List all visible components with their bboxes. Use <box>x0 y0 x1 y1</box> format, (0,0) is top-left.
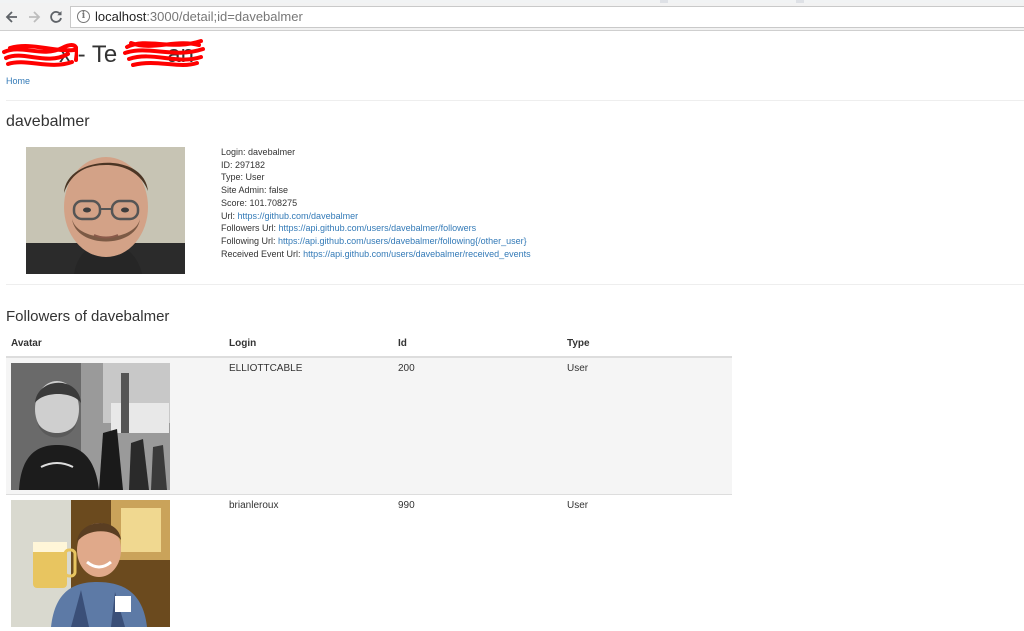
detail-row: Login: davebalmer <box>221 146 531 159</box>
detail-row: ID: 297182 <box>221 159 531 172</box>
reload-button[interactable] <box>46 7 66 27</box>
detail-value: davebalmer <box>248 147 295 157</box>
detail-label: Site Admin: <box>221 185 267 195</box>
avatar-photo-icon <box>11 363 170 490</box>
followers-title: Followers of davebalmer <box>6 308 169 325</box>
detail-row: Site Admin: false <box>221 184 531 197</box>
login-cell: brianleroux <box>224 495 393 631</box>
user-avatar <box>26 147 185 274</box>
detail-row: Score: 101.708275 <box>221 197 531 210</box>
page-content: x - Tean Home davebalmer Login: <box>0 31 1024 628</box>
detail-value: User <box>246 172 265 182</box>
detail-link[interactable]: https://api.github.com/users/davebalmer/… <box>303 249 531 259</box>
detail-label: Followers Url: <box>221 223 276 233</box>
url-host: localhost <box>95 9 146 24</box>
type-cell: User <box>562 495 732 631</box>
arrow-left-icon <box>2 7 22 27</box>
reload-icon <box>46 7 66 27</box>
detail-row: Received Event Url: https://api.github.c… <box>221 248 531 261</box>
detail-link[interactable]: https://github.com/davebalmer <box>238 211 359 221</box>
table-row[interactable]: ELLIOTTCABLE 200 User <box>6 357 732 495</box>
back-button[interactable] <box>2 7 22 27</box>
detail-label: Url: <box>221 211 235 221</box>
column-header-login: Login <box>224 331 393 357</box>
user-title: davebalmer <box>6 113 90 131</box>
detail-label: ID: <box>221 160 233 170</box>
address-url: localhost:3000/detail;id=davebalmer <box>95 7 303 27</box>
id-cell: 200 <box>393 357 562 495</box>
avatar-photo-icon <box>26 147 185 274</box>
address-bar[interactable]: i localhost:3000/detail;id=davebalmer <box>70 6 1024 28</box>
follower-avatar <box>11 363 170 490</box>
detail-row: Followers Url: https://api.github.com/us… <box>221 222 531 235</box>
table-row[interactable]: brianleroux 990 User <box>6 495 732 631</box>
detail-link[interactable]: https://api.github.com/users/davebalmer/… <box>279 223 477 233</box>
detail-value: 297182 <box>235 160 265 170</box>
column-header-type: Type <box>562 331 732 357</box>
detail-label: Type: <box>221 172 243 182</box>
arrow-right-icon <box>24 7 44 27</box>
detail-link[interactable]: https://api.github.com/users/davebalmer/… <box>278 236 527 246</box>
divider <box>6 100 1024 101</box>
home-link[interactable]: Home <box>6 76 30 86</box>
detail-label: Login: <box>221 147 246 157</box>
follower-avatar <box>11 500 170 627</box>
avatar-photo-icon <box>11 500 170 627</box>
avatar-cell <box>6 357 224 495</box>
browser-toolbar: i localhost:3000/detail;id=davebalmer <box>0 3 1024 31</box>
url-path: :3000/detail;id=davebalmer <box>146 9 302 24</box>
detail-row: Url: https://github.com/davebalmer <box>221 210 531 223</box>
column-header-id: Id <box>393 331 562 357</box>
detail-label: Score: <box>221 198 247 208</box>
detail-value: false <box>269 185 288 195</box>
detail-label: Following Url: <box>221 236 276 246</box>
detail-label: Received Event Url: <box>221 249 301 259</box>
detail-row: Type: User <box>221 171 531 184</box>
divider <box>6 284 1024 285</box>
table-header-row: Avatar Login Id Type <box>6 331 732 357</box>
info-icon[interactable]: i <box>77 10 90 23</box>
user-details: Login: davebalmerID: 297182Type: UserSit… <box>221 146 531 260</box>
detail-value: 101.708275 <box>250 198 298 208</box>
forward-button[interactable] <box>24 7 44 27</box>
column-header-avatar: Avatar <box>6 331 224 357</box>
id-cell: 990 <box>393 495 562 631</box>
redaction-scribble <box>123 35 207 71</box>
redaction-scribble <box>2 38 78 72</box>
detail-row: Following Url: https://api.github.com/us… <box>221 235 531 248</box>
site-brand[interactable]: x - Tean <box>5 41 194 69</box>
followers-table: Avatar Login Id Type <box>6 331 732 631</box>
type-cell: User <box>562 357 732 495</box>
login-cell: ELLIOTTCABLE <box>224 357 393 495</box>
avatar-cell <box>6 495 224 631</box>
